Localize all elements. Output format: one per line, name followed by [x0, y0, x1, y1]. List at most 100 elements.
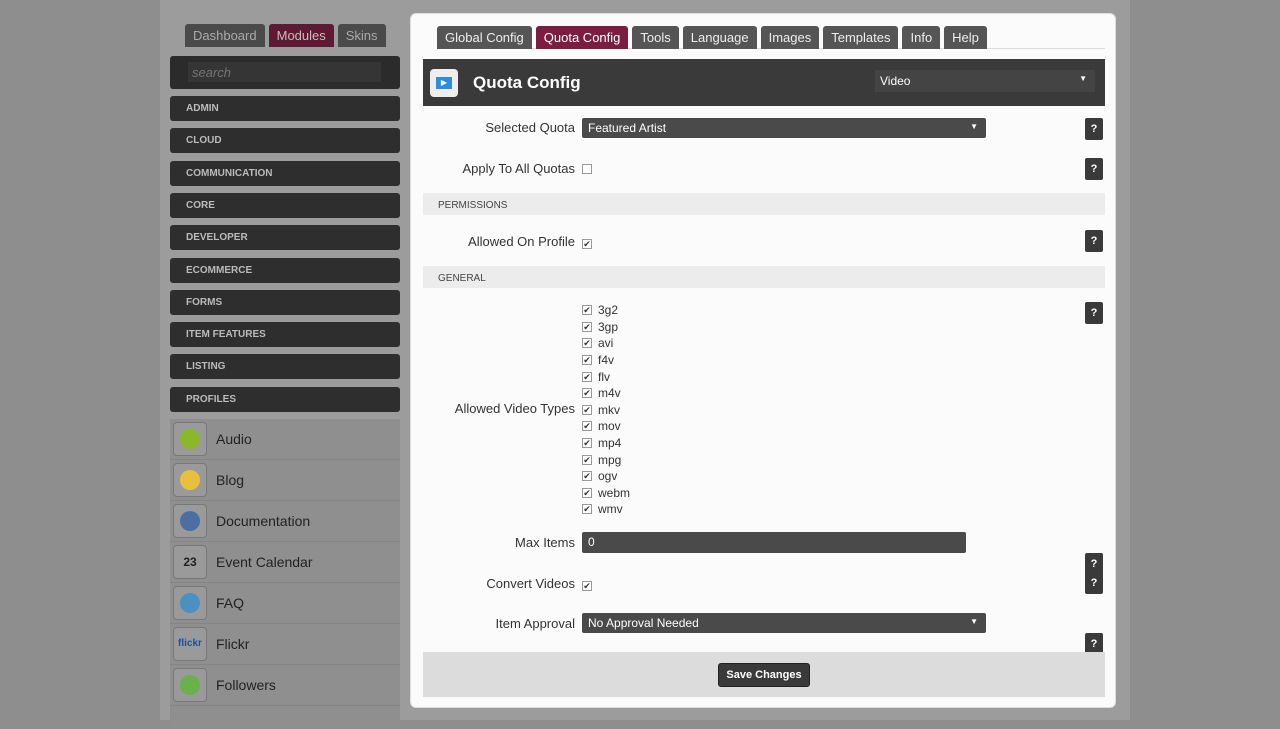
select-value: Featured Artist [588, 121, 667, 135]
tab-templates[interactable]: Templates [823, 26, 899, 49]
tab-language[interactable]: Language [682, 26, 757, 49]
convert-videos-checkbox[interactable]: ✔ [582, 581, 592, 591]
max-items-label: Max Items [515, 535, 575, 550]
category-communication[interactable]: COMMUNICATION [170, 160, 400, 186]
video-type-checkbox[interactable]: ✔ [582, 305, 592, 316]
tab-tools[interactable]: Tools [632, 26, 679, 49]
category-cloud[interactable]: CLOUD [170, 128, 400, 154]
select-value: No Approval Needed [588, 616, 699, 630]
selected-quota-select[interactable]: Featured Artist ▼ [582, 118, 986, 138]
section-general: GENERAL [423, 266, 1105, 288]
chevron-down-icon: ▼ [970, 122, 978, 131]
module-item[interactable]: flickr Flickr [170, 624, 400, 665]
module-item[interactable]: Documentation [170, 501, 400, 542]
module-label: Flickr [216, 636, 250, 652]
main-panel: Global Config Quota Config Tools Language Im… [410, 13, 1116, 708]
chevron-down-icon: ▼ [1079, 74, 1087, 83]
video-type-checkbox[interactable]: ✔ [582, 454, 592, 465]
video-type-checkbox[interactable]: ✔ [582, 438, 592, 449]
video-type-checkbox[interactable]: ✔ [582, 355, 592, 366]
module-list: Audio Blog Documentation 23 Event Calendar FA… [170, 419, 400, 729]
apply-all-label: Apply To All Quotas [462, 161, 576, 176]
module-label: Event Calendar [216, 554, 313, 570]
page-title: Quota Config [473, 72, 581, 92]
module-item[interactable]: Audio [170, 419, 400, 460]
help-button[interactable]: ? [1085, 118, 1103, 140]
video-type-label: 3gp [598, 319, 619, 334]
category-forms[interactable]: FORMS [170, 289, 400, 315]
video-type-option: ✔ webm [582, 485, 630, 502]
tab-skins[interactable]: Skins [337, 24, 386, 47]
video-type-option: ✔ ogv [582, 468, 630, 485]
category-admin[interactable]: ADMIN [170, 96, 400, 121]
video-type-option: ✔ f4v [582, 352, 630, 369]
video-type-option: ✔ m4v [582, 385, 630, 402]
video-icon: ▶ [430, 68, 458, 97]
tab-global-config[interactable]: Global Config [437, 26, 532, 49]
selected-quota-label: Selected Quota [485, 120, 575, 135]
category-listing[interactable]: LISTING [170, 354, 400, 380]
video-type-option: ✔ wmv [582, 501, 630, 518]
category-profiles[interactable]: PROFILES [170, 386, 400, 412]
video-type-checkbox[interactable]: ✔ [582, 404, 592, 415]
module-item[interactable]: FAQ [170, 583, 400, 624]
video-type-checkbox[interactable]: ✔ [582, 421, 592, 432]
video-type-checkbox[interactable]: ✔ [582, 471, 592, 482]
play-icon [173, 422, 207, 456]
video-type-option: ✔ mkv [582, 402, 630, 419]
item-approval-label: Item Approval [495, 616, 576, 631]
search-input[interactable] [188, 62, 381, 82]
tab-dashboard[interactable]: Dashboard [185, 24, 265, 47]
video-type-checkbox[interactable]: ✔ [582, 338, 592, 349]
module-item[interactable]: Followers [170, 665, 400, 706]
video-type-option: ✔ avi [582, 335, 630, 352]
module-label: Blog [216, 472, 245, 488]
allowed-profile-checkbox[interactable]: ✔ [582, 239, 592, 249]
book-icon [173, 504, 207, 538]
sidebar: Dashboard Modules Skins ADMIN CLOUD COMMUN… [170, 0, 400, 729]
followers-icon [173, 668, 207, 702]
help-button[interactable]: ? [1085, 230, 1103, 252]
help-button[interactable]: ? [1085, 302, 1103, 324]
video-type-option: ✔ flv [582, 368, 630, 385]
save-changes-button[interactable]: Save Changes [718, 662, 810, 687]
video-type-label: flv [598, 369, 610, 384]
video-type-checkbox[interactable]: ✔ [582, 371, 592, 382]
category-ecommerce[interactable]: ECOMMERCE [170, 257, 400, 283]
tab-images[interactable]: Images [760, 26, 820, 49]
video-type-option: ✔ 3g2 [582, 302, 630, 319]
tab-info[interactable]: Info [902, 26, 941, 49]
module-item[interactable]: 23 Event Calendar [170, 542, 400, 583]
section-permissions: PERMISSIONS [423, 193, 1105, 215]
video-type-label: mov [598, 419, 621, 434]
calendar-icon: 23 [173, 545, 207, 579]
video-type-option: ✔ mpg [582, 451, 630, 468]
video-type-checkbox[interactable]: ✔ [582, 487, 592, 498]
tab-help[interactable]: Help [944, 26, 987, 49]
help-button[interactable]: ? [1085, 572, 1103, 594]
video-types-label: Allowed Video Types [454, 401, 575, 416]
main-tabs: Global Config Quota Config Tools Language Im… [437, 26, 1105, 49]
search-box [170, 56, 400, 89]
tab-quota-config[interactable]: Quota Config [535, 26, 629, 49]
category-developer[interactable]: DEVELOPER [170, 225, 400, 251]
item-approval-select[interactable]: No Approval Needed ▼ [582, 613, 986, 633]
video-type-checkbox[interactable]: ✔ [582, 388, 592, 399]
video-types-list: ✔ 3g2 ✔ 3gp ✔ avi ✔ f4v ✔ flv ✔ m4v ✔ mkv ✔ mov ✔ mp4 ✔ mpg… [582, 302, 630, 518]
video-type-label: wmv [598, 502, 623, 517]
module-label: FAQ [216, 595, 245, 611]
max-items-input[interactable]: 0 [582, 532, 966, 553]
apply-all-checkbox[interactable] [582, 164, 592, 174]
category-core[interactable]: CORE [170, 192, 400, 218]
allowed-profile-label: Allowed On Profile [468, 234, 575, 249]
module-label: Followers [216, 677, 276, 693]
video-type-checkbox[interactable]: ✔ [582, 321, 592, 332]
video-type-checkbox[interactable]: ✔ [582, 504, 592, 515]
tab-modules[interactable]: Modules [268, 24, 334, 47]
help-button[interactable]: ? [1085, 158, 1103, 180]
module-type-select[interactable]: Video ▼ [875, 70, 1095, 92]
module-item[interactable]: Blog [170, 460, 400, 501]
category-item-features[interactable]: ITEM FEATURES [170, 322, 400, 348]
video-type-label: 3g2 [598, 303, 619, 318]
video-type-label: mpg [598, 452, 622, 467]
